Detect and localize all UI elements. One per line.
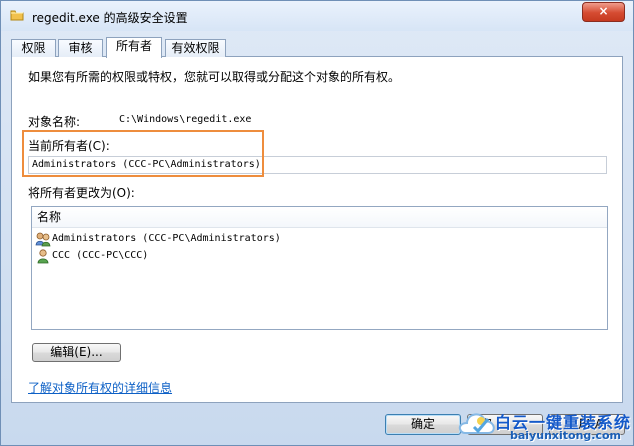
tab-owner[interactable]: 所有者 <box>106 37 162 58</box>
folder-icon <box>10 10 24 21</box>
edit-button[interactable]: 编辑(E)... <box>32 343 121 362</box>
owner-candidates-list[interactable]: 名称 Administrators (CCC-PC\Administrators… <box>31 206 608 330</box>
change-owner-label: 将所有者更改为(O): <box>28 186 135 200</box>
ok-button[interactable]: 确定 <box>385 414 461 435</box>
list-item-administrators[interactable]: Administrators (CCC-PC\Administrators) <box>32 231 607 248</box>
current-owner-label: 当前所有者(C): <box>28 139 110 153</box>
name-column-header[interactable]: 名称 <box>32 207 607 228</box>
current-owner-field: Administrators (CCC-PC\Administrators) <box>28 156 607 174</box>
window-title: regedit.exe 的高级安全设置 <box>32 11 188 25</box>
list-item-label: CCC (CCC-PC\CCC) <box>52 250 149 261</box>
user-group-icon <box>35 232 51 247</box>
tab-permissions[interactable]: 权限 <box>11 39 56 57</box>
tab-effective-permissions[interactable]: 有效权限 <box>165 39 226 57</box>
apply-button[interactable]: 应用(A) <box>549 414 625 435</box>
learn-ownership-link[interactable]: 了解对象所有权的详细信息 <box>28 379 172 396</box>
tab-auditing[interactable]: 审核 <box>58 39 103 57</box>
list-item-ccc[interactable]: CCC (CCC-PC\CCC) <box>32 248 607 265</box>
object-name-value: C:\Windows\regedit.exe <box>119 114 252 125</box>
list-item-label: Administrators (CCC-PC\Administrators) <box>52 233 281 244</box>
advanced-security-settings-window: regedit.exe 的高级安全设置 × 权限 审核 所有者 有效权限 如果您… <box>0 0 634 446</box>
cancel-button[interactable]: 取 <box>467 414 543 435</box>
user-icon <box>37 249 49 264</box>
close-button[interactable]: × <box>582 2 625 22</box>
title-bar[interactable]: regedit.exe 的高级安全设置 × <box>1 1 633 31</box>
object-name-label: 对象名称: <box>28 115 81 129</box>
close-icon: × <box>598 4 609 18</box>
owner-description: 如果您有所需的权限或特权，您就可以取得或分配这个对象的所有权。 <box>28 70 401 84</box>
